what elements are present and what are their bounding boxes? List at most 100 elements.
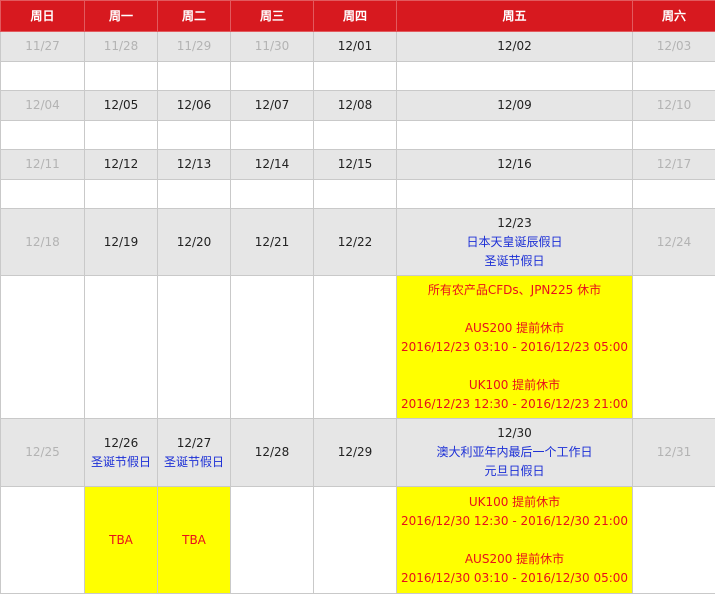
event-cell bbox=[230, 486, 314, 594]
date-cell-tuesday: 12/27 圣诞节假日 bbox=[157, 418, 231, 487]
event-cell bbox=[230, 179, 314, 209]
event-text: AUS200 提前休市 bbox=[464, 551, 565, 566]
event-text: 2016/12/23 12:30 - 2016/12/23 21:00 bbox=[400, 396, 629, 411]
date-cell: 12/01 bbox=[313, 31, 397, 62]
event-cell bbox=[313, 179, 397, 209]
event-cell bbox=[396, 61, 633, 91]
event-cell bbox=[84, 120, 158, 150]
date-cell: 12/31 bbox=[632, 418, 715, 487]
holiday-note: 圣诞节假日 bbox=[484, 253, 545, 268]
date-label: 12/26 bbox=[103, 435, 139, 450]
event-cell bbox=[0, 179, 85, 209]
date-cell: 12/03 bbox=[632, 31, 715, 62]
event-cell bbox=[230, 275, 314, 419]
date-label: 12/23 bbox=[497, 215, 532, 230]
date-row: 12/18 12/19 12/20 12/21 12/22 12/23 日本天皇… bbox=[0, 208, 715, 276]
header-sunday: 周日 bbox=[0, 0, 85, 32]
event-cell bbox=[0, 120, 85, 150]
event-row: 所有农产品CFDs、JPN225 休市 AUS200 提前休市 2016/12/… bbox=[0, 275, 715, 419]
event-cell bbox=[313, 61, 397, 91]
date-cell-friday: 12/30 澳大利亚年内最后一个工作日 元旦日假日 bbox=[396, 418, 633, 487]
event-row bbox=[0, 179, 715, 209]
date-cell: 12/08 bbox=[313, 90, 397, 121]
event-row: TBA TBA UK100 提前休市 2016/12/30 12:30 - 20… bbox=[0, 486, 715, 594]
market-event-cell: 所有农产品CFDs、JPN225 休市 AUS200 提前休市 2016/12/… bbox=[396, 275, 633, 419]
date-cell: 12/04 bbox=[0, 90, 85, 121]
event-cell bbox=[84, 61, 158, 91]
event-cell bbox=[157, 120, 231, 150]
event-text: 2016/12/23 03:10 - 2016/12/23 05:00 bbox=[400, 339, 629, 354]
date-row: 11/27 11/28 11/29 11/30 12/01 12/02 12/0… bbox=[0, 31, 715, 62]
date-label: 12/27 bbox=[176, 435, 212, 450]
date-cell: 12/12 bbox=[84, 149, 158, 180]
market-event-cell: TBA bbox=[157, 486, 231, 594]
event-text: 所有农产品CFDs、JPN225 休市 bbox=[427, 282, 602, 297]
market-event-cell: TBA bbox=[84, 486, 158, 594]
weekday-header: 周日 周一 周二 周三 周四 周五 周六 bbox=[0, 0, 715, 32]
date-row: 12/25 12/26 圣诞节假日 12/27 圣诞节假日 12/28 12/2… bbox=[0, 418, 715, 487]
event-text: TBA bbox=[109, 532, 133, 547]
holiday-calendar: 周日 周一 周二 周三 周四 周五 周六 11/27 11/28 11/29 1… bbox=[0, 0, 715, 594]
date-cell: 12/05 bbox=[84, 90, 158, 121]
date-cell: 12/24 bbox=[632, 208, 715, 276]
date-cell: 12/14 bbox=[230, 149, 314, 180]
date-cell: 12/17 bbox=[632, 149, 715, 180]
event-cell bbox=[0, 61, 85, 91]
holiday-note: 圣诞节假日 bbox=[163, 454, 224, 469]
date-row: 12/11 12/12 12/13 12/14 12/15 12/16 12/1… bbox=[0, 149, 715, 180]
event-cell bbox=[84, 179, 158, 209]
event-cell bbox=[230, 61, 314, 91]
date-cell: 12/25 bbox=[0, 418, 85, 487]
event-text: TBA bbox=[182, 532, 206, 547]
date-row: 12/04 12/05 12/06 12/07 12/08 12/09 12/1… bbox=[0, 90, 715, 121]
date-cell-monday: 12/26 圣诞节假日 bbox=[84, 418, 158, 487]
holiday-note: 元旦日假日 bbox=[484, 464, 545, 478]
date-cell: 12/16 bbox=[396, 149, 633, 180]
date-cell: 12/18 bbox=[0, 208, 85, 276]
event-cell bbox=[157, 179, 231, 209]
event-cell bbox=[157, 275, 231, 419]
date-cell: 12/19 bbox=[84, 208, 158, 276]
date-cell: 12/06 bbox=[157, 90, 231, 121]
event-cell bbox=[632, 120, 715, 150]
header-tuesday: 周二 bbox=[157, 0, 231, 32]
event-cell bbox=[632, 275, 715, 419]
event-cell bbox=[632, 179, 715, 209]
date-cell: 11/30 bbox=[230, 31, 314, 62]
date-cell-friday: 12/23 日本天皇诞辰假日 圣诞节假日 bbox=[396, 208, 633, 276]
event-cell bbox=[632, 61, 715, 91]
event-cell bbox=[632, 486, 715, 594]
date-cell: 12/28 bbox=[230, 418, 314, 487]
event-text: 2016/12/30 03:10 - 2016/12/30 05:00 bbox=[400, 570, 629, 585]
date-label: 12/30 bbox=[497, 426, 532, 440]
market-event-cell: UK100 提前休市 2016/12/30 12:30 - 2016/12/30… bbox=[396, 486, 633, 594]
holiday-note: 澳大利亚年内最后一个工作日 bbox=[436, 445, 593, 459]
event-row bbox=[0, 61, 715, 91]
date-cell: 12/11 bbox=[0, 149, 85, 180]
header-friday: 周五 bbox=[396, 0, 633, 32]
event-text: UK100 提前休市 bbox=[468, 377, 561, 392]
header-thursday: 周四 bbox=[313, 0, 397, 32]
holiday-note: 圣诞节假日 bbox=[90, 454, 151, 469]
header-saturday: 周六 bbox=[632, 0, 715, 32]
header-wednesday: 周三 bbox=[230, 0, 314, 32]
date-cell: 12/10 bbox=[632, 90, 715, 121]
date-cell: 12/07 bbox=[230, 90, 314, 121]
event-text: AUS200 提前休市 bbox=[464, 320, 565, 335]
date-cell: 12/21 bbox=[230, 208, 314, 276]
event-cell bbox=[157, 61, 231, 91]
event-cell bbox=[396, 179, 633, 209]
event-cell bbox=[0, 275, 85, 419]
event-cell bbox=[396, 120, 633, 150]
event-row bbox=[0, 120, 715, 150]
date-cell: 12/29 bbox=[313, 418, 397, 487]
event-cell bbox=[230, 120, 314, 150]
event-text: UK100 提前休市 bbox=[468, 494, 561, 509]
date-cell: 11/27 bbox=[0, 31, 85, 62]
date-cell: 12/02 bbox=[396, 31, 633, 62]
holiday-note: 日本天皇诞辰假日 bbox=[466, 234, 563, 249]
event-cell bbox=[313, 275, 397, 419]
date-cell: 12/22 bbox=[313, 208, 397, 276]
event-cell bbox=[84, 275, 158, 419]
event-text: 2016/12/30 12:30 - 2016/12/30 21:00 bbox=[400, 513, 629, 528]
